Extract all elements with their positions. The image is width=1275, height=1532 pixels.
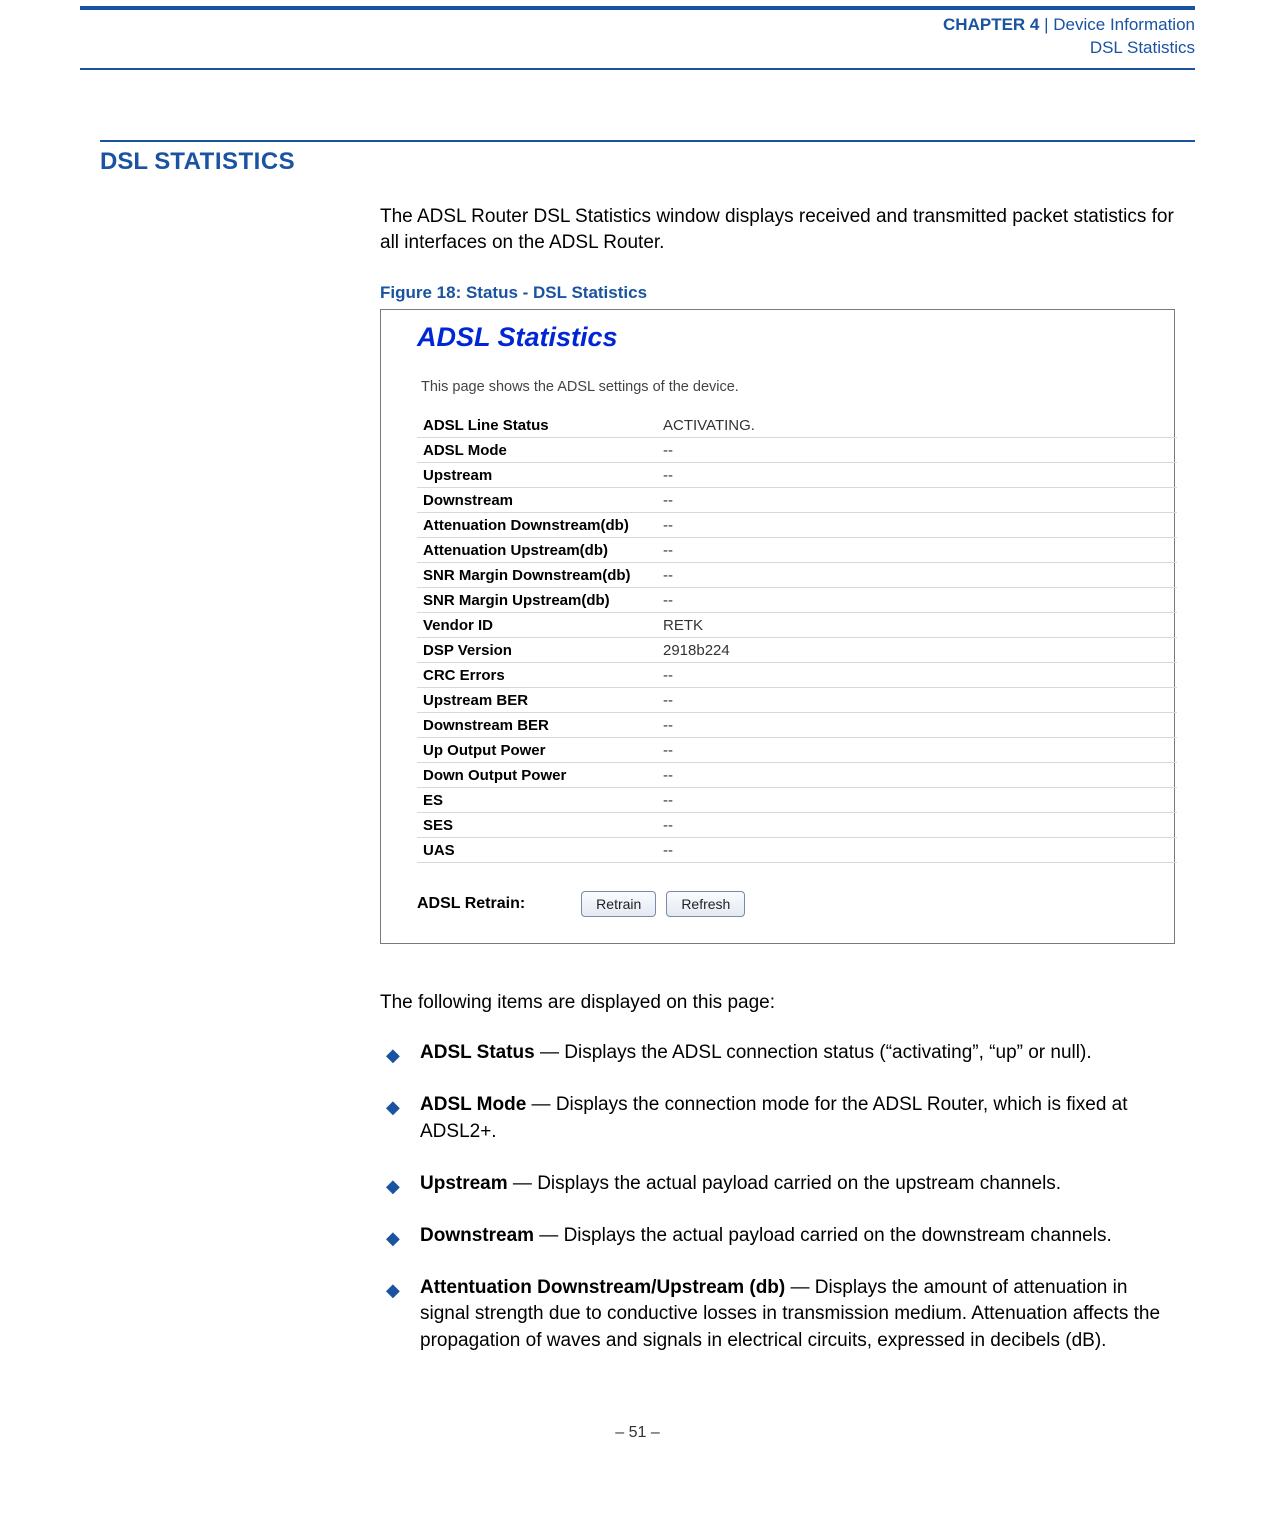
table-row: Attenuation Downstream(db)--	[417, 513, 1177, 538]
header-separator: |	[1039, 15, 1053, 34]
table-row: Attenuation Upstream(db)--	[417, 538, 1177, 563]
description-lead: The following items are displayed on thi…	[380, 992, 1175, 1014]
chapter-label: CHAPTER 4	[943, 15, 1039, 34]
table-row: ADSL Mode--	[417, 438, 1177, 463]
table-row: UAS--	[417, 838, 1177, 863]
diamond-bullet-icon: ◆	[386, 1043, 400, 1068]
stat-label: SES	[417, 813, 657, 838]
stat-label: Downstream	[417, 488, 657, 513]
adsl-stats-table: ADSL Line StatusACTIVATING.ADSL Mode--Up…	[417, 413, 1177, 863]
table-row: SES--	[417, 813, 1177, 838]
table-row: Down Output Power--	[417, 763, 1177, 788]
section-intro: The ADSL Router DSL Statistics window di…	[380, 204, 1175, 255]
stat-value: --	[657, 463, 1177, 488]
stat-label: SNR Margin Upstream(db)	[417, 588, 657, 613]
stat-value: --	[657, 763, 1177, 788]
section-title-main: DSL S	[100, 148, 170, 175]
table-row: Upstream--	[417, 463, 1177, 488]
diamond-bullet-icon: ◆	[386, 1226, 400, 1251]
stat-label: ADSL Line Status	[417, 413, 657, 438]
table-row: Vendor IDRETK	[417, 613, 1177, 638]
stat-label: Vendor ID	[417, 613, 657, 638]
item-term: Downstream	[420, 1225, 534, 1246]
stat-value: --	[657, 488, 1177, 513]
stat-label: UAS	[417, 838, 657, 863]
section-title: DSL STATISTICS	[100, 148, 1195, 176]
diamond-bullet-icon: ◆	[386, 1174, 400, 1199]
stat-label: ADSL Mode	[417, 438, 657, 463]
figure-caption: Figure 18: Status - DSL Statistics	[380, 283, 1175, 303]
retrain-button[interactable]: Retrain	[581, 891, 656, 917]
figure-screenshot: ADSL Statistics This page shows the ADSL…	[380, 309, 1175, 944]
diamond-bullet-icon: ◆	[386, 1278, 400, 1303]
stat-value: --	[657, 588, 1177, 613]
stat-value: --	[657, 563, 1177, 588]
stat-label: ES	[417, 788, 657, 813]
item-term: ADSL Mode	[420, 1094, 526, 1115]
section-title-small: TATISTICS	[170, 148, 295, 175]
stat-value: --	[657, 788, 1177, 813]
header-subhead: DSL Statistics	[80, 37, 1195, 60]
stat-label: DSP Version	[417, 638, 657, 663]
stat-value: --	[657, 838, 1177, 863]
table-row: ES--	[417, 788, 1177, 813]
stat-value: --	[657, 713, 1177, 738]
header-device-info: Device Information	[1053, 15, 1195, 34]
table-row: Up Output Power--	[417, 738, 1177, 763]
adsl-retrain-label: ADSL Retrain:	[417, 895, 525, 913]
stat-value: RETK	[657, 613, 1177, 638]
item-text: — Displays the connection mode for the A…	[420, 1094, 1128, 1141]
table-row: ADSL Line StatusACTIVATING.	[417, 413, 1177, 438]
adsl-stats-subtitle: This page shows the ADSL settings of the…	[381, 361, 1174, 413]
stat-value: --	[657, 538, 1177, 563]
item-term: ADSL Status	[420, 1042, 535, 1063]
page-number: – 51 –	[80, 1424, 1195, 1442]
stat-label: Upstream	[417, 463, 657, 488]
stat-label: Attenuation Upstream(db)	[417, 538, 657, 563]
stat-value: --	[657, 688, 1177, 713]
stat-value: --	[657, 663, 1177, 688]
stat-label: Down Output Power	[417, 763, 657, 788]
table-row: Downstream BER--	[417, 713, 1177, 738]
stat-label: CRC Errors	[417, 663, 657, 688]
stat-label: Attenuation Downstream(db)	[417, 513, 657, 538]
refresh-button[interactable]: Refresh	[666, 891, 745, 917]
item-text: — Displays the actual payload carried on…	[508, 1173, 1061, 1194]
diamond-bullet-icon: ◆	[386, 1095, 400, 1120]
stat-label: Upstream BER	[417, 688, 657, 713]
stat-value: --	[657, 438, 1177, 463]
list-item: ◆ Downstream — Displays the actual payloa…	[380, 1223, 1175, 1249]
item-term: Attentuation Downstream/Upstream (db)	[420, 1277, 785, 1298]
table-row: DSP Version2918b224	[417, 638, 1177, 663]
stat-label: Up Output Power	[417, 738, 657, 763]
table-row: Upstream BER--	[417, 688, 1177, 713]
adsl-stats-title: ADSL Statistics	[381, 322, 1174, 361]
table-row: Downstream--	[417, 488, 1177, 513]
stat-value: 2918b224	[657, 638, 1177, 663]
description-list: ◆ ADSL Status — Displays the ADSL connect…	[380, 1040, 1175, 1354]
stat-label: SNR Margin Downstream(db)	[417, 563, 657, 588]
stat-value: ACTIVATING.	[657, 413, 1177, 438]
stat-value: --	[657, 813, 1177, 838]
list-item: ◆ ADSL Status — Displays the ADSL connect…	[380, 1040, 1175, 1066]
item-text: — Displays the ADSL connection status (“…	[535, 1042, 1092, 1063]
table-row: CRC Errors--	[417, 663, 1177, 688]
table-row: SNR Margin Upstream(db)--	[417, 588, 1177, 613]
list-item: ◆ Upstream — Displays the actual payload …	[380, 1171, 1175, 1197]
table-row: SNR Margin Downstream(db)--	[417, 563, 1177, 588]
list-item: ◆ ADSL Mode — Displays the connection mod…	[380, 1092, 1175, 1144]
item-text: — Displays the actual payload carried on…	[534, 1225, 1112, 1246]
stat-label: Downstream BER	[417, 713, 657, 738]
item-term: Upstream	[420, 1173, 508, 1194]
page-header: CHAPTER 4 | Device Information DSL Stati…	[80, 10, 1195, 68]
stat-value: --	[657, 513, 1177, 538]
list-item: ◆Attentuation Downstream/Upstream (db) —…	[380, 1275, 1175, 1354]
stat-value: --	[657, 738, 1177, 763]
